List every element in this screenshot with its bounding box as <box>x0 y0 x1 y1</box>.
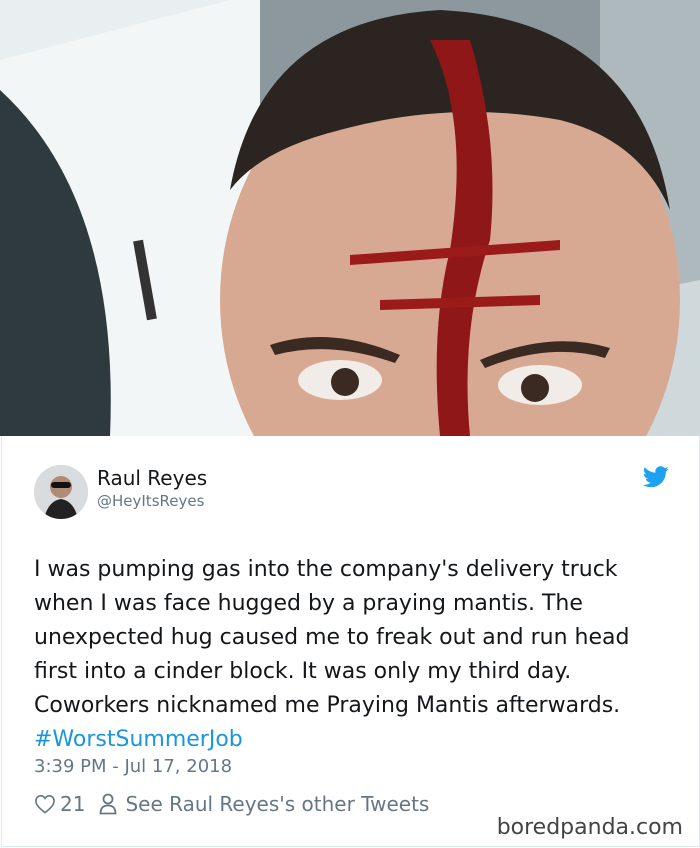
tweet-body: I was pumping gas into the company's del… <box>34 557 630 718</box>
heart-icon[interactable] <box>34 794 56 814</box>
author-name[interactable]: Raul Reyes <box>97 466 207 490</box>
like-count[interactable]: 21 <box>60 792 85 816</box>
tweet-actions: 21 See Raul Reyes's other Tweets <box>34 792 429 816</box>
person-icon[interactable] <box>99 793 117 815</box>
twitter-bird-icon[interactable] <box>643 466 669 488</box>
avatar[interactable] <box>34 465 88 519</box>
watermark: boredpanda.com <box>496 815 683 840</box>
tweet-card[interactable]: Raul Reyes @HeyItsReyes I was pumping ga… <box>1 436 700 847</box>
tweet-text: I was pumping gas into the company's del… <box>34 553 674 757</box>
author-handle[interactable]: @HeyItsReyes <box>97 492 204 510</box>
tweet-photo[interactable] <box>0 0 700 436</box>
hashtag-link[interactable]: #WorstSummerJob <box>34 727 243 752</box>
selfie-photo <box>0 0 700 436</box>
avatar-image <box>34 465 88 519</box>
tweet-timestamp[interactable]: 3:39 PM - Jul 17, 2018 <box>34 756 232 777</box>
other-tweets-link[interactable]: See Raul Reyes's other Tweets <box>125 792 429 816</box>
